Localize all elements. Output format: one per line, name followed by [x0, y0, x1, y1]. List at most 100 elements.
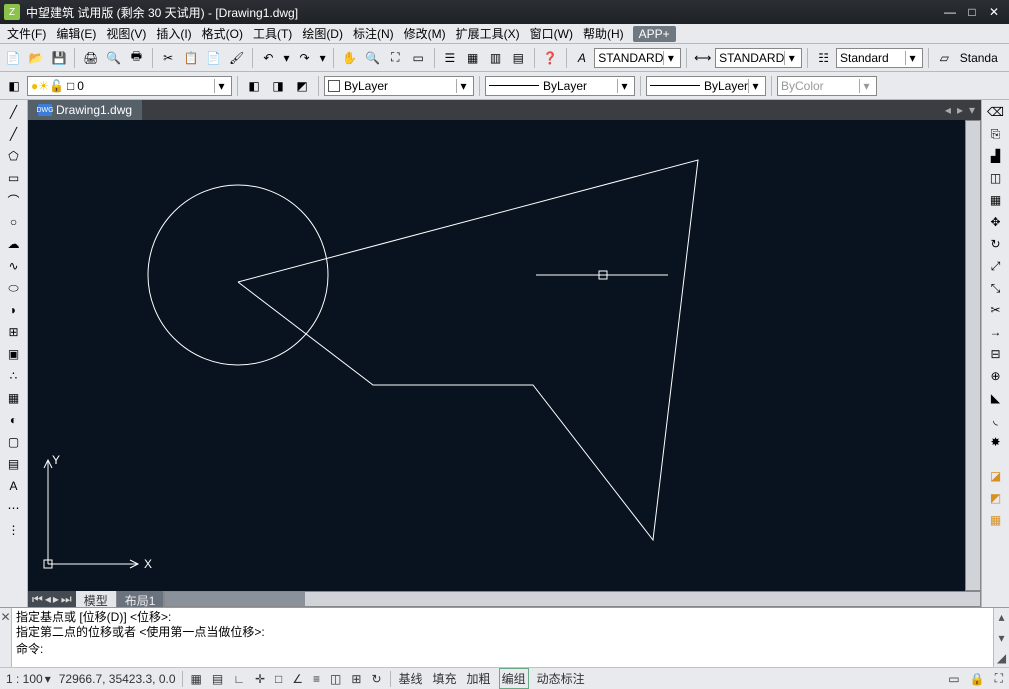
rotate-icon[interactable]: ↻ — [985, 234, 1007, 254]
scale-icon[interactable]: ⤢ — [985, 256, 1007, 276]
block-icon[interactable]: ▦ — [462, 47, 483, 69]
break-icon[interactable]: ⊟ — [985, 344, 1007, 364]
status-dyndim[interactable]: 动态标注 — [535, 669, 587, 688]
xref-icon[interactable]: ▤ — [508, 47, 529, 69]
status-bold[interactable]: 加粗 — [465, 669, 493, 688]
snap-toggle-icon[interactable]: ▦ — [189, 671, 204, 687]
tablestyle-icon[interactable]: ☷ — [813, 47, 834, 69]
close-button[interactable]: ✕ — [983, 3, 1005, 21]
open-icon[interactable]: 📂 — [26, 47, 47, 69]
ortho-toggle-icon[interactable]: ∟ — [231, 671, 247, 687]
dimstyle-combo[interactable]: STANDARD▾ — [715, 48, 802, 68]
fullscreen-icon[interactable]: ⛶ — [993, 670, 1005, 687]
nav-next-icon[interactable]: ▸ — [53, 592, 59, 606]
osnap-toggle-icon[interactable]: □ — [273, 671, 284, 687]
undo-icon[interactable]: ↶ — [258, 47, 279, 69]
pan-icon[interactable]: ✋ — [339, 47, 360, 69]
dyn-toggle-icon[interactable]: ◫ — [328, 671, 343, 687]
trim-icon[interactable]: ✂ — [985, 300, 1007, 320]
menu-format[interactable]: 格式(O) — [197, 23, 248, 44]
extra1-icon[interactable]: ⋯ — [3, 498, 25, 518]
stretch-icon[interactable]: ⤡ — [985, 278, 1007, 298]
lineweight-combo[interactable]: ByLayer▾ — [646, 76, 766, 96]
paste-icon[interactable]: 📄 — [203, 47, 224, 69]
scroll-grip-icon[interactable]: ◢ — [997, 651, 1006, 665]
minimize-button[interactable]: — — [939, 3, 961, 21]
extend-icon[interactable]: → — [985, 322, 1007, 342]
menu-tools[interactable]: 工具(T) — [248, 23, 297, 44]
ellipsearc-icon[interactable]: ◗ — [3, 300, 25, 320]
menu-extools[interactable]: 扩展工具(X) — [451, 23, 525, 44]
menu-edit[interactable]: 编辑(E) — [51, 23, 101, 44]
chamfer-icon[interactable]: ◣ — [985, 388, 1007, 408]
join-icon[interactable]: ⊕ — [985, 366, 1007, 386]
layer-combo[interactable]: ● ☀ 🔓 □ 0▾ — [27, 76, 232, 96]
menu-file[interactable]: 文件(F) — [2, 23, 51, 44]
layout-tab-model[interactable]: 模型 — [76, 591, 117, 607]
modelspace-toggle-icon[interactable]: ▭ — [946, 671, 961, 687]
gradient-icon[interactable]: ◐ — [3, 410, 25, 430]
wipeout-icon[interactable]: ▱ — [934, 47, 955, 69]
otrack-toggle-icon[interactable]: ∠ — [290, 671, 305, 687]
menu-insert[interactable]: 插入(I) — [151, 23, 196, 44]
sc-toggle-icon[interactable]: ⊞ — [349, 671, 363, 687]
layeroff-icon[interactable]: ◩ — [291, 75, 313, 97]
erase-icon[interactable]: ⌫ — [985, 102, 1007, 122]
polar-toggle-icon[interactable]: ✛ — [253, 671, 267, 687]
zoom-extents-icon[interactable]: ⛶ — [385, 47, 406, 69]
menu-dimension[interactable]: 标注(N) — [348, 23, 399, 44]
app-plus-button[interactable]: APP+ — [633, 26, 676, 42]
status-baseline[interactable]: 基线 — [397, 669, 425, 688]
tool-r3-icon[interactable]: ▦ — [985, 510, 1007, 530]
explode-icon[interactable]: ✸ — [985, 432, 1007, 452]
line-icon[interactable]: ╱ — [3, 102, 25, 122]
menu-draw[interactable]: 绘图(D) — [297, 23, 348, 44]
plot-icon[interactable]: 🖶 — [126, 47, 147, 69]
layer-manager-icon[interactable]: ◧ — [3, 75, 25, 97]
print-icon[interactable]: 🖨 — [80, 47, 101, 69]
pline-icon[interactable]: ╱ — [3, 124, 25, 144]
zoom-window-icon[interactable]: ▭ — [408, 47, 429, 69]
point-icon[interactable]: ∴ — [3, 366, 25, 386]
help-icon[interactable]: ❓ — [540, 47, 561, 69]
command-prompt[interactable]: 命令: — [16, 642, 989, 657]
nav-prev-icon[interactable]: ◂ — [45, 592, 51, 606]
menu-view[interactable]: 视图(V) — [101, 23, 151, 44]
menu-window[interactable]: 窗口(W) — [525, 23, 578, 44]
copy-tool-icon[interactable]: ⎘ — [985, 124, 1007, 144]
other-style-combo[interactable]: Standa — [957, 48, 1006, 68]
textstyle-combo[interactable]: STANDARD▾ — [594, 48, 681, 68]
command-grip-icon[interactable]: ✕ — [0, 608, 12, 667]
spline-icon[interactable]: ∿ — [3, 256, 25, 276]
menu-modify[interactable]: 修改(M) — [399, 23, 451, 44]
preview-icon[interactable]: 🔍 — [103, 47, 124, 69]
rectangle-icon[interactable]: ▭ — [3, 168, 25, 188]
copy-icon[interactable]: 📋 — [181, 47, 202, 69]
lwt-toggle-icon[interactable]: ≡ — [311, 671, 322, 687]
offset-icon[interactable]: ◫ — [985, 168, 1007, 188]
array-icon[interactable]: ▦ — [985, 190, 1007, 210]
document-tab[interactable]: DWG Drawing1.dwg — [28, 100, 142, 120]
table-icon[interactable]: ▤ — [3, 454, 25, 474]
scroll-down-icon[interactable]: ▾ — [998, 631, 1004, 645]
vertical-scrollbar[interactable] — [965, 120, 981, 591]
command-scrollbar[interactable]: ▴ ▾ ◢ — [993, 608, 1009, 667]
color-combo[interactable]: ByLayer▾ — [324, 76, 474, 96]
redo-icon[interactable]: ↷ — [294, 47, 315, 69]
menu-help[interactable]: 帮助(H) — [578, 23, 629, 44]
zoom-icon[interactable]: 🔍 — [362, 47, 383, 69]
undo-dropdown-icon[interactable]: ▾ — [281, 47, 292, 69]
revcloud-icon[interactable]: ☁ — [3, 234, 25, 254]
new-icon[interactable]: 📄 — [3, 47, 24, 69]
drawing-canvas[interactable]: X Y — [28, 120, 981, 591]
nav-last-icon[interactable]: ⏭ — [61, 592, 72, 607]
cycle-toggle-icon[interactable]: ↻ — [369, 671, 383, 687]
layerprev-icon[interactable]: ◧ — [243, 75, 265, 97]
layout-tab-layout1[interactable]: 布局1 — [117, 591, 165, 607]
tab-prev-icon[interactable]: ◂ — [945, 103, 951, 117]
layeriso-icon[interactable]: ◨ — [267, 75, 289, 97]
horizontal-scrollbar[interactable] — [164, 591, 981, 607]
save-icon[interactable]: 💾 — [49, 47, 70, 69]
tool-r2-icon[interactable]: ◩ — [985, 488, 1007, 508]
mirror-icon[interactable]: ▟ — [985, 146, 1007, 166]
